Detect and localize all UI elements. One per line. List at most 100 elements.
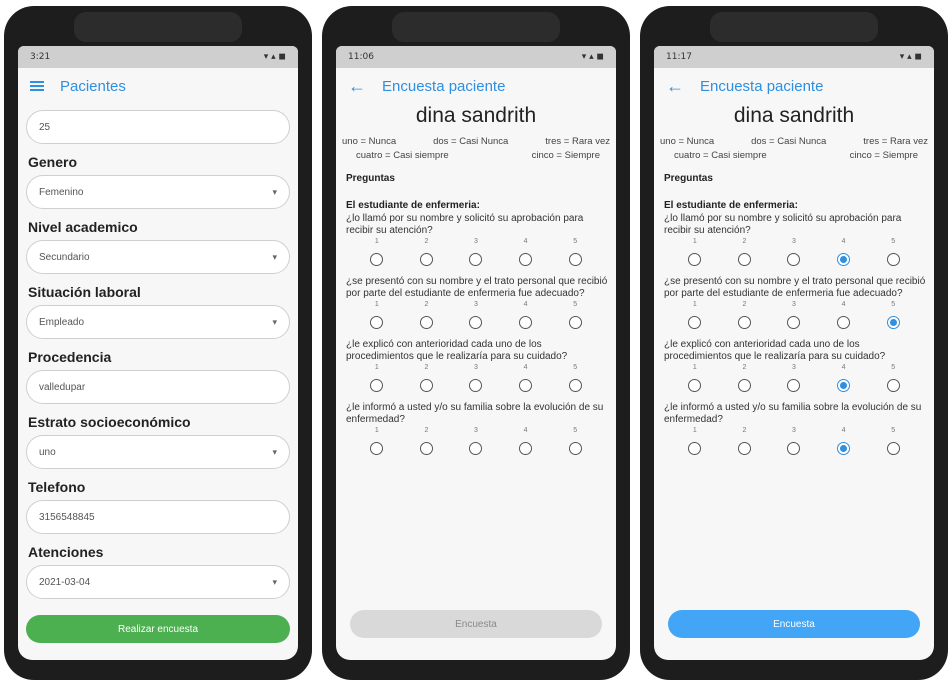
radio-icon[interactable] xyxy=(688,442,702,455)
answer-radio-group xyxy=(342,316,610,329)
menu-icon[interactable] xyxy=(30,81,44,91)
radio-icon[interactable] xyxy=(419,316,433,329)
procedencia-input[interactable]: valledupar xyxy=(26,370,290,404)
radio-icon[interactable] xyxy=(886,442,900,455)
scale-number: 2 xyxy=(742,364,747,371)
radio-icon[interactable] xyxy=(886,253,900,266)
scale-labels: 1 2 3 4 5 xyxy=(342,238,610,245)
phone-encuesta-empty: 11:06 ▾ ▴ ◼ ← Encuesta paciente dina sandrit… xyxy=(322,6,630,680)
phone-notch xyxy=(74,12,242,42)
question-text: ¿le explicó con anterioridad cada uno de… xyxy=(664,339,886,362)
radio-icon[interactable] xyxy=(419,442,433,455)
radio-icon[interactable] xyxy=(469,253,483,266)
scale-number: 5 xyxy=(891,364,896,371)
legend-item: dos = Casi Nunca xyxy=(433,136,509,147)
genero-select[interactable]: Femenino ▾ xyxy=(26,175,290,209)
scale-number: 3 xyxy=(474,301,478,308)
scale-number: 1 xyxy=(374,238,379,245)
legend-row: uno = Nunca dos = Casi Nunca tres = Rara v… xyxy=(660,136,928,147)
genero-value: Femenino xyxy=(39,186,84,198)
button-wrap: Encuesta xyxy=(350,610,602,638)
section-title: Preguntas xyxy=(664,173,713,184)
scale-number: 5 xyxy=(891,238,896,245)
radio-icon[interactable] xyxy=(837,253,851,266)
nivel-academico-label: Nivel academico xyxy=(28,219,138,235)
back-arrow-icon[interactable]: ← xyxy=(666,77,684,95)
radio-icon[interactable] xyxy=(568,253,582,266)
encuesta-button[interactable]: Encuesta xyxy=(668,610,920,638)
answer-radio-group xyxy=(660,316,928,329)
radio-icon[interactable] xyxy=(688,253,702,266)
estrato-label: Estrato socioeconómico xyxy=(28,414,191,430)
realizar-encuesta-button[interactable]: Realizar encuesta xyxy=(26,615,290,643)
legend-item: tres = Rara vez xyxy=(545,136,610,147)
radio-icon[interactable] xyxy=(886,316,900,329)
radio-icon[interactable] xyxy=(688,316,702,329)
patient-form: 25 Genero Femenino ▾ Nivel academico Secu… xyxy=(18,104,298,643)
patient-name: dina sandrith xyxy=(733,104,855,127)
radio-icon[interactable] xyxy=(519,442,533,455)
legend-item: cinco = Siempre xyxy=(531,150,600,161)
radio-icon[interactable] xyxy=(787,253,801,266)
scale-number: 4 xyxy=(523,301,528,308)
scale-labels: 1 2 3 4 5 xyxy=(342,427,610,434)
radio-icon[interactable] xyxy=(568,379,582,392)
radio-icon[interactable] xyxy=(370,316,384,329)
radio-icon[interactable] xyxy=(787,379,801,392)
situacion-laboral-label: Situación laboral xyxy=(28,284,141,300)
scale-number: 5 xyxy=(573,364,578,371)
question-text: ¿lo llamó por su nombre y solicitó su ap… xyxy=(346,213,584,236)
radio-icon[interactable] xyxy=(737,442,751,455)
atenciones-select[interactable]: 2021-03-04 ▾ xyxy=(26,565,290,599)
radio-icon[interactable] xyxy=(837,379,851,392)
radio-icon[interactable] xyxy=(519,316,533,329)
dropdown-caret-icon: ▾ xyxy=(272,316,277,327)
legend-row: uno = Nunca dos = Casi Nunca tres = Rara v… xyxy=(342,136,610,147)
dropdown-caret-icon: ▾ xyxy=(272,446,277,457)
radio-icon[interactable] xyxy=(469,379,483,392)
scale-number: 3 xyxy=(792,301,796,308)
scale-number: 4 xyxy=(841,301,846,308)
radio-icon[interactable] xyxy=(419,253,433,266)
button-wrap: Encuesta xyxy=(668,610,920,638)
estrato-select[interactable]: uno ▾ xyxy=(26,435,290,469)
radio-icon[interactable] xyxy=(737,253,751,266)
radio-icon[interactable] xyxy=(370,442,384,455)
radio-icon[interactable] xyxy=(787,442,801,455)
radio-icon[interactable] xyxy=(370,379,384,392)
radio-icon[interactable] xyxy=(469,442,483,455)
procedencia-value: valledupar xyxy=(39,381,86,393)
age-field[interactable]: 25 xyxy=(26,110,290,144)
legend-item: uno = Nunca xyxy=(660,136,715,147)
radio-icon[interactable] xyxy=(886,379,900,392)
radio-icon[interactable] xyxy=(370,253,384,266)
radio-icon[interactable] xyxy=(737,379,751,392)
encuesta-button[interactable]: Encuesta xyxy=(350,610,602,638)
nivel-academico-select[interactable]: Secundario ▾ xyxy=(26,240,290,274)
radio-icon[interactable] xyxy=(419,379,433,392)
survey-body: dina sandrith uno = Nunca dos = Casi Nunca… xyxy=(654,104,934,455)
app-bar: Pacientes xyxy=(18,68,298,104)
status-icons: ▾ ▴ ◼ xyxy=(263,52,286,62)
dropdown-caret-icon: ▾ xyxy=(272,186,277,197)
radio-icon[interactable] xyxy=(568,442,582,455)
radio-icon[interactable] xyxy=(837,442,851,455)
status-bar: 11:06 ▾ ▴ ◼ xyxy=(336,46,616,68)
scale-labels: 1 2 3 4 5 xyxy=(342,301,610,308)
radio-icon[interactable] xyxy=(519,253,533,266)
radio-icon[interactable] xyxy=(787,316,801,329)
atenciones-label: Atenciones xyxy=(28,544,104,560)
radio-icon[interactable] xyxy=(568,316,582,329)
scale-number: 2 xyxy=(742,238,747,245)
radio-icon[interactable] xyxy=(737,316,751,329)
telefono-input[interactable]: 3156548845 xyxy=(26,500,290,534)
radio-icon[interactable] xyxy=(688,379,702,392)
scale-number: 5 xyxy=(891,301,896,308)
back-arrow-icon[interactable]: ← xyxy=(348,77,366,95)
situacion-laboral-select[interactable]: Empleado ▾ xyxy=(26,305,290,339)
radio-icon[interactable] xyxy=(519,379,533,392)
scale-number: 4 xyxy=(523,238,528,245)
radio-icon[interactable] xyxy=(837,316,851,329)
radio-icon[interactable] xyxy=(469,316,483,329)
scale-number: 2 xyxy=(424,238,429,245)
